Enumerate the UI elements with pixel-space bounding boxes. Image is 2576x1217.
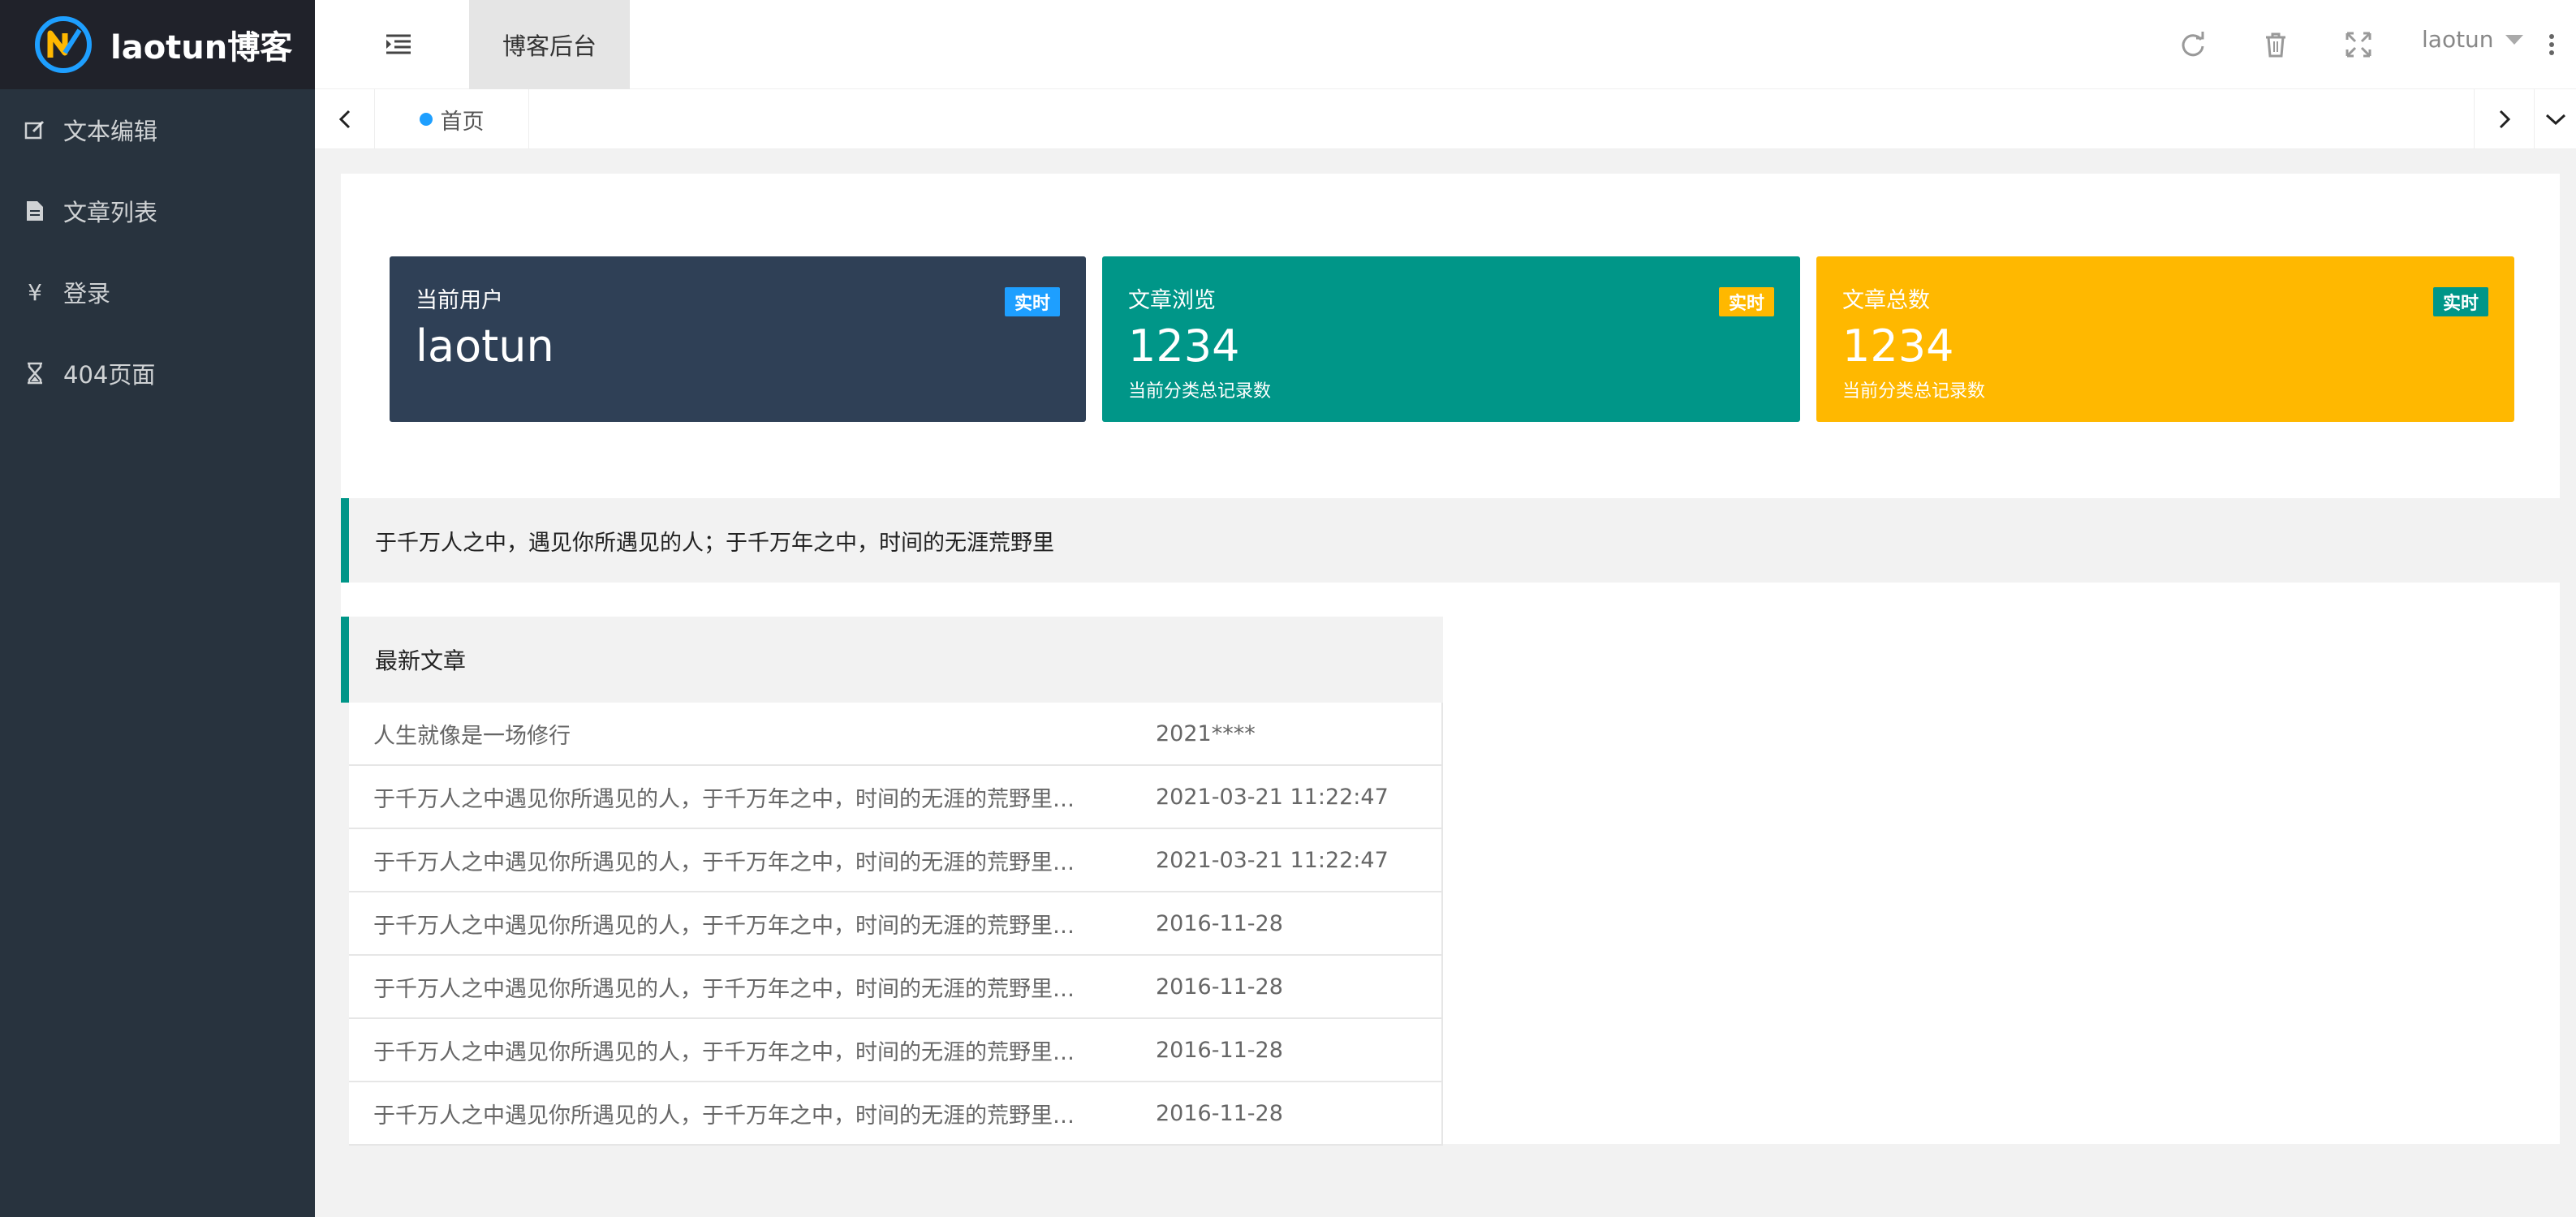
- hourglass-icon: [23, 361, 47, 385]
- sidebar-item-label: 文章列表: [63, 199, 158, 226]
- top-header: 博客后台 laotun: [315, 0, 2576, 89]
- logo-icon: [35, 16, 92, 73]
- article-date: 2021-03-21 11:22:47: [1156, 784, 1389, 810]
- article-title: 于千万人之中遇见你所遇见的人，于千万年之中，时间的无涯的荒野里…: [373, 786, 1075, 812]
- sidebar: laotun博客 文本编辑 文章列表 ¥ 登录 404页面: [0, 0, 315, 1217]
- active-dot-icon: [419, 113, 433, 126]
- article-row[interactable]: 于千万人之中遇见你所遇见的人，于千万年之中，时间的无涯的荒野里… 2016-11…: [349, 1082, 1441, 1146]
- main-panel: 当前用户 laotun 实时 文章浏览 1234 当前分类总记录数 实时 文章总…: [341, 174, 2560, 1146]
- quote-banner: 于千万人之中，遇见你所遇见的人；于千万年之中，时间的无涯荒野里: [341, 498, 2560, 583]
- stat-card-article-views: 文章浏览 1234 当前分类总记录数 实时: [1102, 256, 1800, 422]
- tab-scroll-left-button[interactable]: [315, 89, 375, 149]
- latest-articles-table: 人生就像是一场修行 2021**** 于千万人之中遇见你所遇见的人，于千万年之中…: [341, 703, 1443, 1146]
- card-title: 当前用户: [416, 288, 503, 313]
- card-title: 文章浏览: [1128, 288, 1216, 313]
- tab-dropdown-button[interactable]: [2534, 89, 2576, 149]
- sidebar-item-label: 文本编辑: [63, 118, 158, 145]
- yen-icon: ¥: [28, 278, 42, 306]
- sidebar-item-login[interactable]: ¥ 登录: [0, 252, 315, 333]
- chevron-right-icon: [2499, 110, 2510, 129]
- tab-home[interactable]: 首页: [375, 89, 529, 149]
- article-row[interactable]: 于千万人之中遇见你所遇见的人，于千万年之中，时间的无涯的荒野里… 2021-03…: [349, 829, 1441, 892]
- more-vertical-icon[interactable]: [2545, 30, 2558, 59]
- realtime-badge: 实时: [2432, 287, 2488, 316]
- sidebar-item-404[interactable]: 404页面: [0, 333, 315, 414]
- sidebar-item-label: 404页面: [63, 361, 156, 389]
- realtime-badge: 实时: [1004, 287, 1060, 316]
- article-title: 于千万人之中遇见你所遇见的人，于千万年之中，时间的无涯的荒野里…: [373, 913, 1075, 939]
- article-row[interactable]: 人生就像是一场修行 2021****: [349, 703, 1441, 766]
- article-date: 2016-11-28: [1156, 1100, 1283, 1126]
- user-menu[interactable]: laotun: [2422, 26, 2523, 53]
- article-row[interactable]: 于千万人之中遇见你所遇见的人，于千万年之中，时间的无涯的荒野里… 2016-11…: [349, 1019, 1441, 1082]
- menu-toggle-icon[interactable]: [385, 31, 412, 58]
- article-date: 2016-11-28: [1156, 1037, 1283, 1063]
- article-title: 于千万人之中遇见你所遇见的人，于千万年之中，时间的无涯的荒野里…: [373, 1103, 1075, 1129]
- article-date: 2016-11-28: [1156, 910, 1283, 936]
- article-date: 2016-11-28: [1156, 974, 1283, 1000]
- article-row[interactable]: 于千万人之中遇见你所遇见的人，于千万年之中，时间的无涯的荒野里… 2021-03…: [349, 766, 1441, 829]
- header-tab-blog-admin[interactable]: 博客后台: [469, 0, 630, 89]
- chevron-down-icon: [2545, 114, 2565, 126]
- article-title: 于千万人之中遇见你所遇见的人，于千万年之中，时间的无涯的荒野里…: [373, 849, 1075, 875]
- article-row[interactable]: 于千万人之中遇见你所遇见的人，于千万年之中，时间的无涯的荒野里… 2016-11…: [349, 956, 1441, 1019]
- stat-card-article-total: 文章总数 1234 当前分类总记录数 实时: [1816, 256, 2514, 422]
- username: laotun: [2422, 26, 2494, 53]
- article-title: 于千万人之中遇见你所遇见的人，于千万年之中，时间的无涯的荒野里…: [373, 976, 1075, 1002]
- logo[interactable]: laotun博客: [0, 0, 315, 89]
- trash-icon[interactable]: [2261, 30, 2290, 59]
- tab-scroll-right-button[interactable]: [2474, 89, 2534, 149]
- card-subtitle: 当前分类总记录数: [1128, 381, 1272, 402]
- latest-articles: 最新文章 人生就像是一场修行 2021**** 于千万人之中遇见你所遇见的人，于…: [341, 617, 1443, 1146]
- latest-articles-title: 最新文章: [341, 617, 1443, 703]
- document-icon: [23, 199, 47, 223]
- sidebar-item-article-list[interactable]: 文章列表: [0, 170, 315, 252]
- edit-icon: [23, 118, 47, 142]
- card-value: 1234: [1842, 320, 1954, 372]
- article-date: 2021****: [1156, 720, 1256, 746]
- article-date: 2021-03-21 11:22:47: [1156, 847, 1389, 873]
- tab-home-label: 首页: [440, 109, 485, 135]
- article-row[interactable]: 于千万人之中遇见你所遇见的人，于千万年之中，时间的无涯的荒野里… 2016-11…: [349, 892, 1441, 956]
- caret-down-icon: [2505, 34, 2523, 45]
- article-title: 人生就像是一场修行: [373, 723, 571, 749]
- card-value: 1234: [1128, 320, 1240, 372]
- refresh-icon[interactable]: [2178, 30, 2208, 59]
- tab-bar: 首页: [315, 89, 2576, 149]
- card-title: 文章总数: [1842, 288, 1930, 313]
- card-value: laotun: [416, 320, 554, 372]
- article-title: 于千万人之中遇见你所遇见的人，于千万年之中，时间的无涯的荒野里…: [373, 1039, 1075, 1065]
- sidebar-item-text-edit[interactable]: 文本编辑: [0, 89, 315, 170]
- chevron-left-icon: [338, 110, 350, 129]
- brand-name: laotun博客: [110, 29, 293, 67]
- card-subtitle: 当前分类总记录数: [1842, 381, 1986, 402]
- realtime-badge: 实时: [1718, 287, 1774, 316]
- sidebar-item-label: 登录: [63, 280, 111, 307]
- fullscreen-icon[interactable]: [2344, 30, 2373, 59]
- stat-card-current-user: 当前用户 laotun 实时: [390, 256, 1086, 422]
